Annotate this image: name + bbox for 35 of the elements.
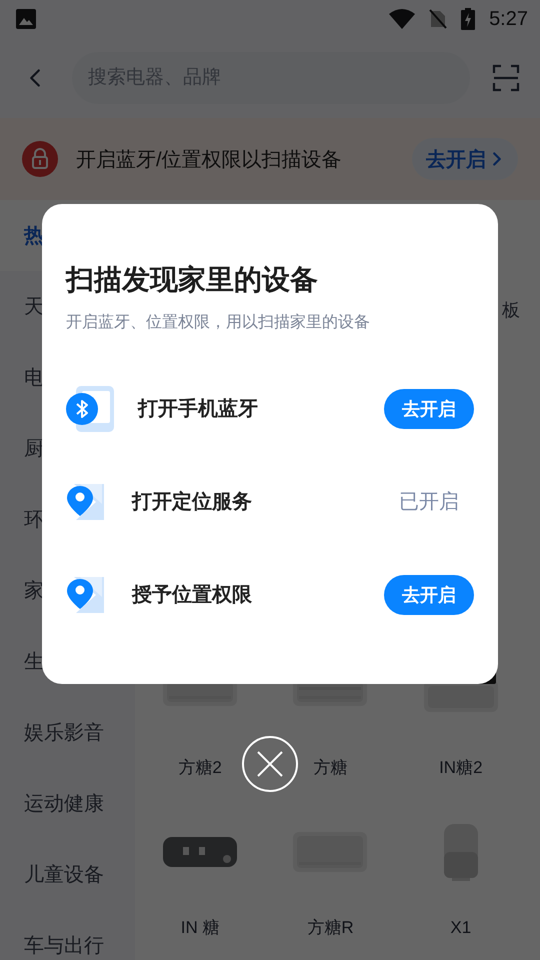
category-item[interactable]: 娱乐影音 <box>24 719 104 746</box>
battery-charging-icon <box>461 8 476 30</box>
category-item[interactable]: 厨 <box>24 435 44 462</box>
enable-button[interactable]: 去开启 <box>412 138 518 180</box>
category-item[interactable]: 运动健康 <box>24 790 104 817</box>
image-icon <box>16 9 36 29</box>
product-name[interactable]: IN糖2 <box>439 756 483 780</box>
lock-icon <box>22 141 58 177</box>
dialog-title: 扫描发现家里的设备 <box>66 263 319 297</box>
close-icon <box>255 749 285 779</box>
category-item[interactable]: 环 <box>24 506 44 533</box>
product-name[interactable]: 方糖2 <box>178 756 222 780</box>
product-name: 板 <box>502 299 520 322</box>
permission-label: 打开定位服务 <box>132 490 253 515</box>
permission-label: 授予位置权限 <box>132 583 253 608</box>
product-name[interactable]: 方糖 <box>313 756 348 780</box>
wifi-icon <box>389 9 416 29</box>
enable-button[interactable]: 去开启 <box>384 388 474 428</box>
product-name[interactable]: IN 糖 <box>180 916 220 940</box>
close-button[interactable] <box>242 736 298 792</box>
product-name[interactable]: 方糖R <box>307 916 354 940</box>
no-sim-icon <box>429 9 448 29</box>
category-item[interactable]: 天 <box>24 293 44 320</box>
scan-icon[interactable] <box>492 64 520 92</box>
bluetooth-icon <box>66 384 114 432</box>
enabled-status: 已开启 <box>398 490 460 515</box>
dialog-subtitle: 开启蓝牙、位置权限，用以扫描家里的设备 <box>66 312 371 333</box>
category-item[interactable]: 家 <box>24 577 44 604</box>
category-item[interactable]: 儿童设备 <box>24 861 104 888</box>
category-item[interactable]: 车与出行 <box>24 932 104 959</box>
product-name[interactable]: X1 <box>450 916 472 940</box>
enable-button[interactable]: 去开启 <box>384 574 474 614</box>
permission-label: 打开手机蓝牙 <box>138 397 259 422</box>
status-time: 5:27 <box>489 8 528 30</box>
banner-text: 开启蓝牙/位置权限以扫描设备 <box>76 148 343 172</box>
